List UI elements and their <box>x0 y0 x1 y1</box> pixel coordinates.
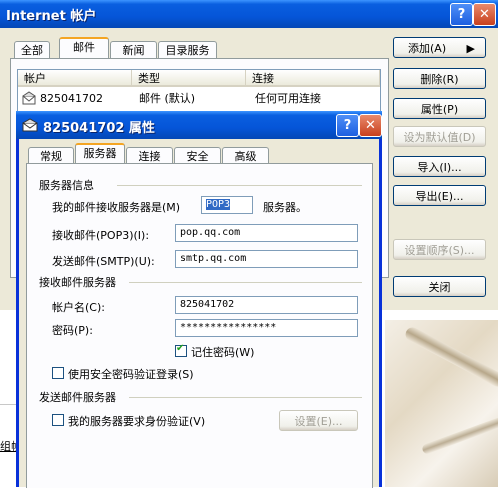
pop3-label: 接收邮件(POP3)(I): <box>52 229 150 242</box>
smtp-auth-label[interactable]: 我的服务器要求身份验证(V) <box>68 413 205 429</box>
dialog-title: 825041702 属性 <box>43 121 155 136</box>
export-button[interactable]: 导出(E)... <box>393 185 486 206</box>
servers-panel: 服务器信息 我的邮件接收服务器是(M) POP3 服务器。 接收邮件(POP3)… <box>26 163 373 488</box>
column-header-type[interactable]: 类型 <box>132 70 246 87</box>
row-account: 825041702 <box>40 92 103 105</box>
divider <box>0 404 17 405</box>
window-title: Internet 帐户 <box>6 9 97 24</box>
remember-password-label[interactable]: 记住密码(W) <box>191 344 254 360</box>
incoming-type-label: 我的邮件接收服务器是(M) <box>52 201 181 214</box>
spa-label[interactable]: 使用安全密码验证登录(S) <box>68 366 194 382</box>
divider <box>129 282 362 283</box>
mail-account-icon <box>22 91 36 107</box>
account-properties-dialog: 825041702 属性 ? ✕ 常规 服务器 连接 安全 高级 服务器信息 我… <box>16 111 382 488</box>
section-outgoing-server: 发送邮件服务器 <box>39 391 116 404</box>
incoming-type-suffix: 服务器。 <box>263 201 307 214</box>
row-type: 邮件 (默认) <box>139 92 196 105</box>
section-server-info: 服务器信息 <box>39 179 94 192</box>
smtp-server-input[interactable]: smtp.qq.com <box>175 250 358 268</box>
password-input[interactable]: **************** <box>175 319 358 337</box>
dialog-body: 常规 服务器 连接 安全 高级 服务器信息 我的邮件接收服务器是(M) POP3… <box>19 139 379 488</box>
close-button[interactable]: 关闭 <box>393 276 486 297</box>
add-label: 添加(A) <box>408 42 447 55</box>
smtp-label: 发送邮件(SMTP)(U): <box>52 255 155 268</box>
properties-button[interactable]: 属性(P) <box>393 98 486 119</box>
column-header-connection[interactable]: 连接 <box>246 70 380 87</box>
divider <box>129 397 362 398</box>
outgoing-settings-button[interactable]: 设置(E)... <box>279 410 358 431</box>
account-name-input[interactable]: 825041702 <box>175 296 358 314</box>
remember-password-checkbox[interactable] <box>175 343 187 357</box>
row-connection: 任何可用连接 <box>255 92 321 105</box>
add-button[interactable]: 添加(A) ▶ <box>393 37 486 58</box>
smtp-auth-checkbox[interactable] <box>52 414 64 426</box>
incoming-type-select[interactable]: POP3 <box>201 196 253 214</box>
remove-button[interactable]: 删除(R) <box>393 68 486 89</box>
set-default-button[interactable]: 设为默认值(D) <box>393 126 486 147</box>
spa-checkbox[interactable] <box>52 367 64 379</box>
account-name-label: 帐户名(C): <box>52 301 105 314</box>
set-order-button[interactable]: 设置顺序(S)... <box>393 239 486 260</box>
mail-account-icon <box>22 118 38 135</box>
column-header-account[interactable]: 帐户 <box>18 70 132 87</box>
tab-mail[interactable]: 邮件 <box>59 37 109 60</box>
section-incoming-server: 接收邮件服务器 <box>39 276 116 289</box>
help-button[interactable]: ? <box>450 3 473 26</box>
pop3-server-input[interactable]: pop.qq.com <box>175 224 358 242</box>
incoming-type-value: POP3 <box>206 199 231 210</box>
help-button[interactable]: ? <box>336 114 359 137</box>
background-link[interactable]: 组帧 <box>0 438 17 454</box>
password-label: 密码(P): <box>52 324 93 337</box>
dialog-title-bar[interactable]: 825041702 属性 ? ✕ <box>16 111 382 139</box>
close-icon[interactable]: ✕ <box>359 114 382 137</box>
close-icon[interactable]: ✕ <box>473 3 496 26</box>
import-button[interactable]: 导入(I)... <box>393 156 486 177</box>
chevron-right-icon: ▶ <box>466 42 475 55</box>
divider <box>117 185 362 186</box>
title-bar[interactable]: Internet 帐户 ? ✕ <box>0 0 498 28</box>
